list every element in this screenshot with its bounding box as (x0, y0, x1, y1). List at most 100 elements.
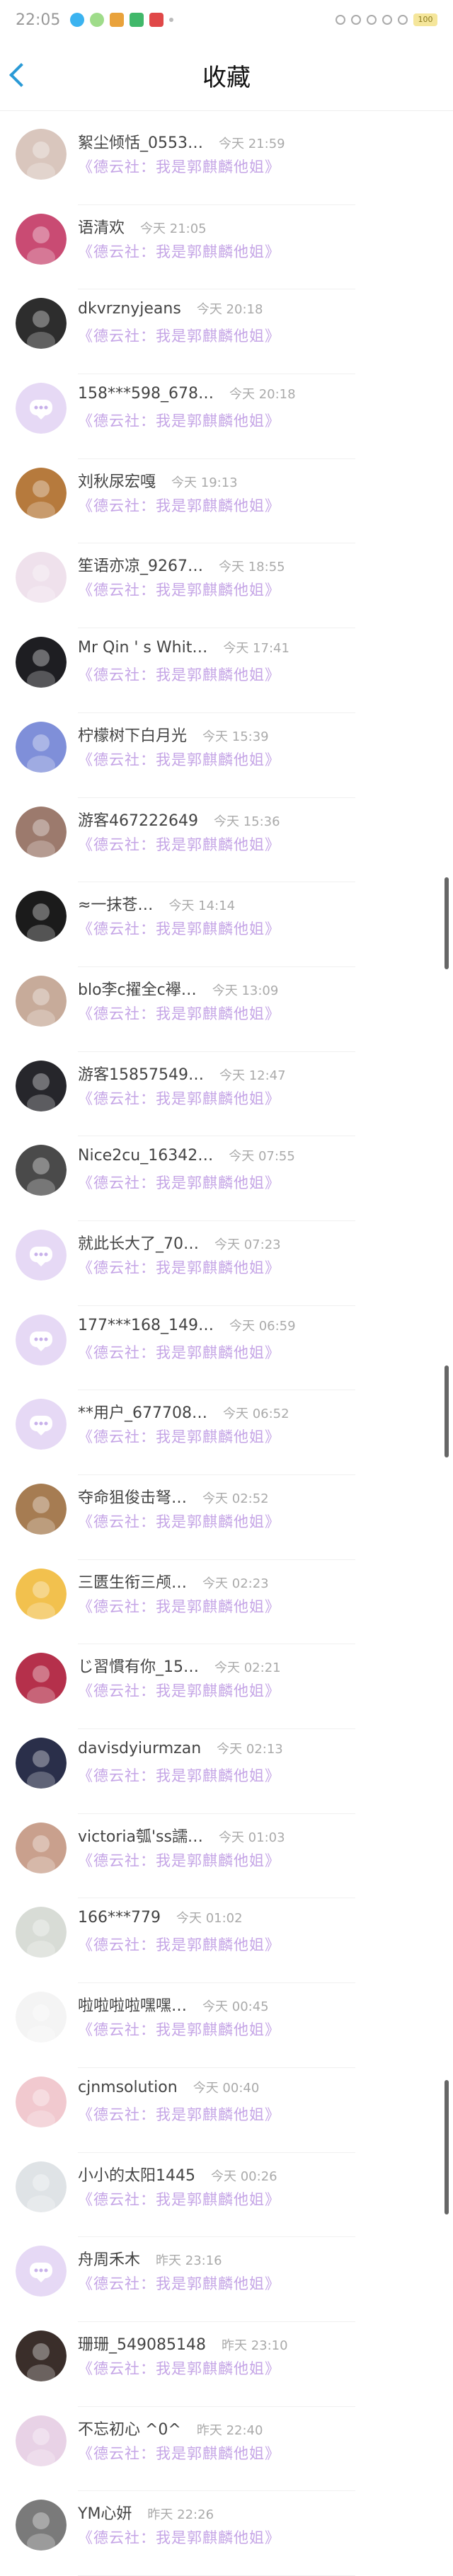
book-title-link[interactable]: 《德云社：我是郭麒麟他姐》 (78, 325, 280, 346)
avatar[interactable] (16, 213, 67, 265)
avatar[interactable] (16, 637, 67, 688)
book-title-link[interactable]: 《德云社：我是郭麒麟他姐》 (78, 410, 280, 431)
list-item[interactable]: 158***598_678… 今天 20:18 《德云社：我是郭麒麟他姐》 (0, 374, 453, 459)
user-name[interactable]: cjnmsolution (78, 2079, 178, 2096)
book-title-link[interactable]: 《德云社：我是郭麒麟他姐》 (78, 241, 280, 262)
list-item[interactable]: Mr Qin ' s Whit… 今天 17:41 《德云社：我是郭麒麟他姐》 (0, 628, 453, 713)
list-item[interactable]: ≈一抹苍… 今天 14:14 《德云社：我是郭麒麟他姐》 (0, 882, 453, 967)
book-title-link[interactable]: 《德云社：我是郭麒麟他姐》 (78, 1426, 280, 1447)
book-title-link[interactable]: 《德云社：我是郭麒麟他姐》 (78, 1680, 280, 1701)
user-name[interactable]: 158***598_678… (78, 385, 214, 403)
book-title-link[interactable]: 《德云社：我是郭麒麟他姐》 (78, 2442, 280, 2464)
list-item[interactable]: davisdyiurmzan 今天 02:13 《德云社：我是郭麒麟他姐》 (0, 1729, 453, 1814)
user-name[interactable]: dkvrznyjeans (78, 300, 181, 318)
list-item[interactable]: 絮尘倾恬_0553… 今天 21:59 《德云社：我是郭麒麟他姐》 (0, 120, 453, 205)
list-item[interactable]: victoria瓠'ss譳… 今天 01:03 《德云社：我是郭麒麟他姐》 (0, 1814, 453, 1899)
user-name[interactable]: 177***168_149… (78, 1317, 214, 1334)
user-name[interactable]: 小小的太阳1445 (78, 2163, 195, 2185)
avatar[interactable] (16, 1568, 67, 1619)
book-title-link[interactable]: 《德云社：我是郭麒麟他姐》 (78, 1003, 280, 1024)
book-title-link[interactable]: 《德云社：我是郭麒麟他姐》 (78, 1849, 280, 1871)
user-name[interactable]: 笙语亦凉_9267… (78, 553, 203, 576)
user-name[interactable]: 166***779 (78, 1909, 161, 1927)
user-name[interactable]: 游客467222649 (78, 808, 198, 831)
book-title-link[interactable]: 《德云社：我是郭麒麟他姐》 (78, 2018, 280, 2040)
user-name[interactable]: 刘秋尿宏嘎 (78, 469, 156, 492)
user-name[interactable]: Mr Qin ' s Whit… (78, 639, 207, 657)
book-title-link[interactable]: 《德云社：我是郭麒麟他姐》 (78, 1764, 280, 1786)
user-name[interactable]: 三匮生衔三颅… (78, 1570, 187, 1593)
list-item[interactable]: dkvrznyjeans 今天 20:18 《德云社：我是郭麒麟他姐》 (0, 289, 453, 374)
avatar[interactable] (16, 2415, 67, 2466)
avatar[interactable] (16, 1484, 67, 1535)
avatar[interactable] (16, 2500, 67, 2551)
default-avatar-chat-icon[interactable] (16, 1229, 67, 1281)
avatar[interactable] (16, 721, 67, 773)
book-title-link[interactable]: 《德云社：我是郭麒麟他姐》 (78, 1934, 280, 1955)
list-item[interactable]: 夺命狙俊击弩… 今天 02:52 《德云社：我是郭麒麟他姐》 (0, 1475, 453, 1560)
list-item[interactable]: 啦啦啦啦嘿嘿… 今天 00:45 《德云社：我是郭麒麟他姐》 (0, 1983, 453, 2068)
user-name[interactable]: 不忘初心 ^0^ (78, 2417, 181, 2439)
avatar[interactable] (16, 1653, 67, 1704)
book-title-link[interactable]: 《德云社：我是郭麒麟他姐》 (78, 156, 280, 177)
list-item[interactable]: 游客467222649 今天 15:36 《德云社：我是郭麒麟他姐》 (0, 798, 453, 883)
user-name[interactable]: 就此长大了_70… (78, 1231, 199, 1254)
book-title-link[interactable]: 《德云社：我是郭麒麟他姐》 (78, 749, 280, 770)
user-name[interactable]: YM心妍 (78, 2501, 132, 2524)
user-name[interactable]: 柠檬树下白月光 (78, 723, 187, 746)
book-title-link[interactable]: 《德云社：我是郭麒麟他姐》 (78, 1595, 280, 1617)
book-title-link[interactable]: 《德云社：我是郭麒麟他姐》 (78, 495, 280, 516)
list-item[interactable]: 166***779 今天 01:02 《德云社：我是郭麒麟他姐》 (0, 1898, 453, 1983)
avatar[interactable] (16, 1060, 67, 1111)
user-name[interactable]: 夺命狙俊击弩… (78, 1485, 187, 1508)
avatar[interactable] (16, 2161, 67, 2212)
list-item[interactable]: 游客15857549… 今天 12:47 《德云社：我是郭麒麟他姐》 (0, 1052, 453, 1137)
back-arrow-icon[interactable] (9, 63, 33, 87)
user-name[interactable]: 语清欢 (78, 215, 125, 238)
book-title-link[interactable]: 《德云社：我是郭麒麟他姐》 (78, 918, 280, 939)
avatar[interactable] (16, 806, 67, 857)
book-title-link[interactable]: 《德云社：我是郭麒麟他姐》 (78, 1257, 280, 1278)
avatar[interactable] (16, 891, 67, 942)
list-item[interactable]: 笙语亦凉_9267… 今天 18:55 《德云社：我是郭麒麟他姐》 (0, 543, 453, 628)
list-item[interactable]: blo李c擢全c襷… 今天 13:09 《德云社：我是郭麒麟他姐》 (0, 967, 453, 1052)
default-avatar-chat-icon[interactable] (16, 1314, 67, 1365)
book-title-link[interactable]: 《德云社：我是郭麒麟他姐》 (78, 1341, 280, 1363)
user-name[interactable]: ≈一抹苍… (78, 892, 153, 915)
scrollbar[interactable] (445, 877, 449, 969)
book-title-link[interactable]: 《德云社：我是郭麒麟他姐》 (78, 664, 280, 685)
avatar[interactable] (16, 2330, 67, 2381)
list-item[interactable]: じ習慣有你_15… 今天 02:21 《德云社：我是郭麒麟他姐》 (0, 1644, 453, 1729)
avatar[interactable] (16, 1822, 67, 1873)
avatar[interactable] (16, 975, 67, 1027)
list-item[interactable]: 三匮生衔三颅… 今天 02:23 《德云社：我是郭麒麟他姐》 (0, 1560, 453, 1645)
user-name[interactable]: **用户_677708… (78, 1400, 207, 1423)
avatar[interactable] (16, 298, 67, 350)
avatar[interactable] (16, 2076, 67, 2127)
avatar[interactable] (16, 1738, 67, 1789)
user-name[interactable]: 絮尘倾恬_0553… (78, 130, 203, 153)
user-name[interactable]: じ習慣有你_15… (78, 1654, 199, 1677)
avatar[interactable] (16, 129, 67, 180)
list-item[interactable]: 刘秋尿宏嘎 今天 19:13 《德云社：我是郭麒麟他姐》 (0, 459, 453, 544)
default-avatar-chat-icon[interactable] (16, 1399, 67, 1450)
default-avatar-chat-icon[interactable] (16, 383, 67, 434)
list-item[interactable]: 珊珊_549085148 昨天 23:10 《德云社：我是郭麒麟他姐》 (0, 2322, 453, 2407)
user-name[interactable]: victoria瓠'ss譳… (78, 1824, 203, 1847)
list-item[interactable]: 柠檬树下白月光 今天 15:39 《德云社：我是郭麒麟他姐》 (0, 713, 453, 798)
list-item[interactable]: cjnmsolution 今天 00:40 《德云社：我是郭麒麟他姐》 (0, 2068, 453, 2153)
default-avatar-chat-icon[interactable] (16, 2246, 67, 2297)
book-title-link[interactable]: 《德云社：我是郭麒麟他姐》 (78, 579, 280, 600)
avatar[interactable] (16, 1145, 67, 1196)
list-item[interactable]: 舟周禾木 昨天 23:16 《德云社：我是郭麒麟他姐》 (0, 2237, 453, 2322)
list-item[interactable]: **用户_677708… 今天 06:52 《德云社：我是郭麒麟他姐》 (0, 1390, 453, 1475)
book-title-link[interactable]: 《德云社：我是郭麒麟他姐》 (78, 2357, 280, 2379)
book-title-link[interactable]: 《德云社：我是郭麒麟他姐》 (78, 1511, 280, 1532)
list-item[interactable]: 语清欢 今天 21:05 《德云社：我是郭麒麟他姐》 (0, 205, 453, 290)
book-title-link[interactable]: 《德云社：我是郭麒麟他姐》 (78, 2103, 280, 2125)
book-title-link[interactable]: 《德云社：我是郭麒麟他姐》 (78, 833, 280, 855)
user-name[interactable]: davisdyiurmzan (78, 1740, 201, 1757)
book-title-link[interactable]: 《德云社：我是郭麒麟他姐》 (78, 2526, 280, 2548)
list-item[interactable]: Nice2cu_16342… 今天 07:55 《德云社：我是郭麒麟他姐》 (0, 1136, 453, 1221)
avatar[interactable] (16, 1992, 67, 2043)
